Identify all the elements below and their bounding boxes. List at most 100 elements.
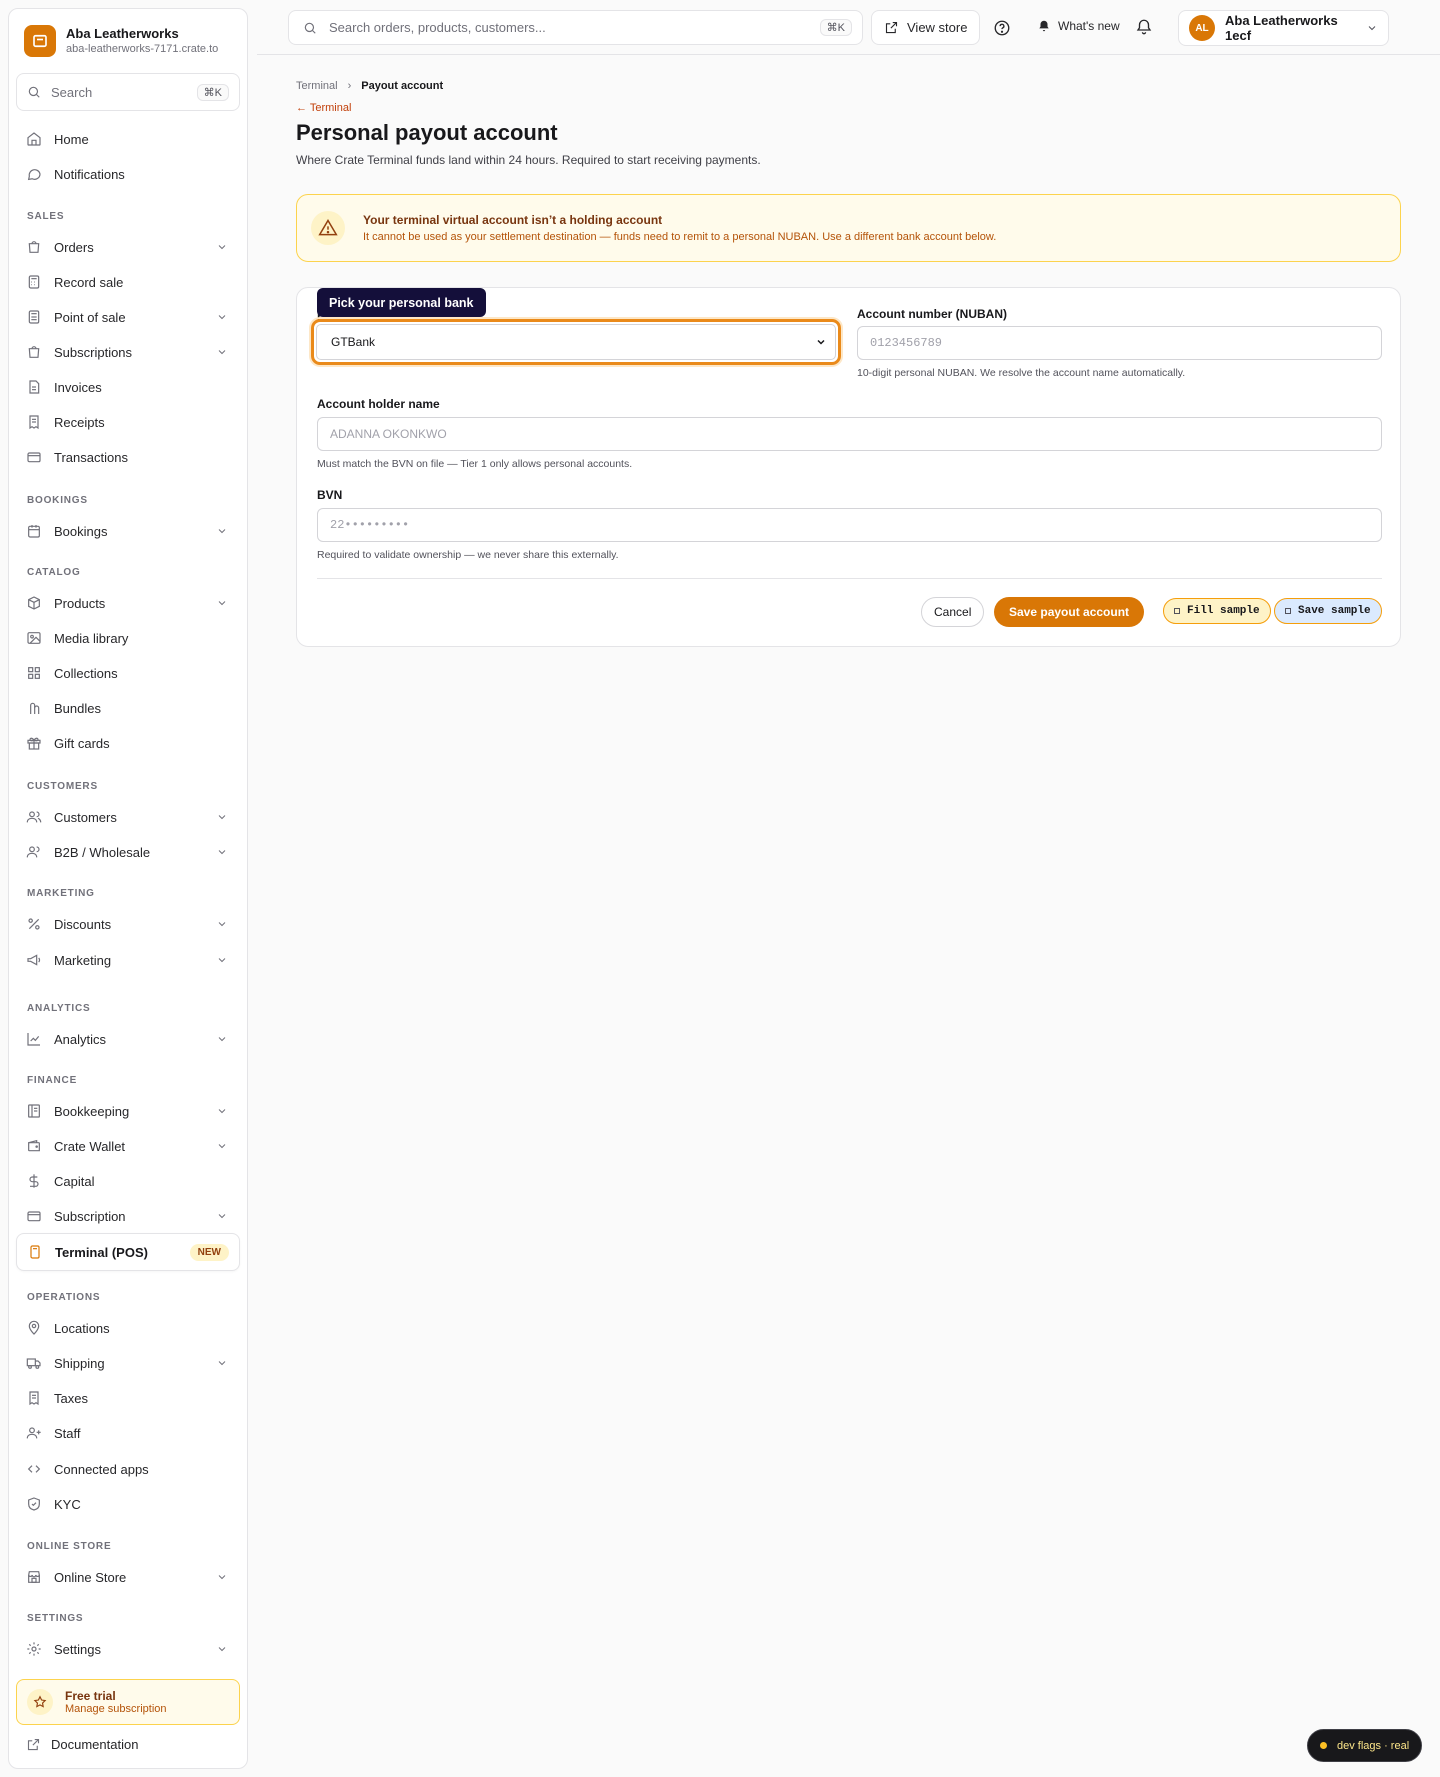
breadcrumb-current: Payout account: [361, 80, 444, 92]
manage-subscription-link[interactable]: Manage subscription: [65, 1703, 167, 1715]
chevron-down-icon: [817, 339, 825, 345]
sidebar-item-capital[interactable]: Capital: [16, 1165, 240, 1197]
sidebar-item-terminal-pos[interactable]: Terminal (POS) NEW: [16, 1233, 240, 1271]
bvn-help: Required to validate ownership — we neve…: [317, 549, 619, 561]
sidebar-item-staff[interactable]: Staff: [16, 1417, 240, 1449]
help-circle-icon: [994, 20, 1010, 36]
documentation-link[interactable]: Documentation: [26, 1737, 138, 1752]
gift-icon: [26, 735, 42, 751]
sidebar-item-settings[interactable]: Settings: [16, 1633, 240, 1665]
section-label-sales: SALES: [27, 211, 65, 222]
new-badge: NEW: [189, 1243, 229, 1261]
section-label-customers: CUSTOMERS: [27, 781, 98, 792]
receipt-icon: [26, 1390, 42, 1406]
sidebar-item-analytics[interactable]: Analytics: [16, 1023, 240, 1055]
avatar: AL: [1189, 15, 1215, 41]
percent-icon: [26, 916, 42, 932]
account-holder-input[interactable]: ADANNA OKONKWO: [317, 417, 1382, 451]
help-button[interactable]: [991, 17, 1013, 39]
users-icon: [26, 809, 42, 825]
sidebar-item-receipts[interactable]: Receipts: [16, 406, 240, 438]
sidebar-item-bookkeeping[interactable]: Bookkeeping: [16, 1095, 240, 1127]
account-number-input[interactable]: 0123456789: [857, 326, 1382, 360]
account-switcher[interactable]: AL Aba Leatherworks 1ecf: [1178, 10, 1389, 46]
sidebar-item-shipping[interactable]: Shipping: [16, 1347, 240, 1379]
square-icon: [1174, 608, 1180, 614]
global-search-shortcut: ⌘K: [819, 19, 852, 36]
sidebar-item-b2b-wholesale[interactable]: B2B / Wholesale: [16, 836, 240, 868]
chevron-down-icon: [218, 958, 226, 963]
sidebar-item-discounts[interactable]: Discounts: [16, 908, 240, 940]
sidebar-item-subscriptions[interactable]: Subscriptions: [16, 336, 240, 368]
account-holder-help: Must match the BVN on file — Tier 1 only…: [317, 458, 633, 470]
sidebar-item-products[interactable]: Products: [16, 587, 240, 619]
store-url: aba-leatherworks-7171.crate.to: [66, 43, 219, 55]
document-icon: [26, 379, 42, 395]
whats-new-button[interactable]: What's new: [1037, 19, 1120, 33]
sidebar-search-placeholder: Search: [51, 84, 93, 100]
dev-flags-pill[interactable]: dev flags · real: [1307, 1729, 1423, 1762]
topbar: Search orders, products, customers... ⌘K…: [257, 0, 1440, 55]
sidebar-item-connected-apps[interactable]: Connected apps: [16, 1453, 240, 1485]
image-icon: [26, 630, 42, 646]
sidebar-item-collections[interactable]: Collections: [16, 657, 240, 689]
section-label-bookings: BOOKINGS: [27, 495, 88, 506]
breadcrumb: Terminal › Payout account: [296, 80, 443, 92]
sidebar-search-shortcut: ⌘K: [196, 83, 229, 101]
breadcrumb-parent[interactable]: Terminal: [296, 80, 338, 92]
sidebar-item-subscription[interactable]: Subscription: [16, 1200, 240, 1232]
account-holder-label: Account holder name: [317, 397, 440, 411]
sidebar-item-record-sale[interactable]: Record sale: [16, 266, 240, 298]
square-icon: [1285, 608, 1291, 614]
chevron-down-icon: [218, 1575, 226, 1580]
sidebar-item-transactions[interactable]: Transactions: [16, 441, 240, 473]
sidebar-item-kyc[interactable]: KYC: [16, 1488, 240, 1520]
free-trial-card[interactable]: Free trial Manage subscription: [16, 1679, 240, 1725]
sidebar-item-customers[interactable]: Customers: [16, 801, 240, 833]
save-sample-button[interactable]: Save sample: [1274, 598, 1382, 624]
sidebar-item-crate-wallet[interactable]: Crate Wallet: [16, 1130, 240, 1162]
status-dot-icon: [1320, 1742, 1327, 1749]
sidebar-item-gift-cards[interactable]: Gift cards: [16, 727, 240, 759]
warning-banner: Your terminal virtual account isn’t a ho…: [296, 194, 1401, 262]
sidebar-search[interactable]: Search ⌘K: [16, 73, 240, 111]
sidebar-item-point-of-sale[interactable]: Point of sale: [16, 301, 240, 333]
breadcrumb-separator-icon: ›: [347, 80, 352, 92]
pos-terminal-icon: [27, 1244, 43, 1260]
sidebar-item-notifications[interactable]: Notifications: [16, 158, 240, 190]
chevron-down-icon: [218, 601, 226, 606]
home-icon: [26, 131, 42, 147]
sidebar-item-online-store[interactable]: Online Store: [16, 1561, 240, 1593]
sidebar-item-media-library[interactable]: Media library: [16, 622, 240, 654]
sidebar-item-orders[interactable]: Orders: [16, 231, 240, 263]
line-chart-icon: [26, 1031, 42, 1047]
save-payout-account-button[interactable]: Save payout account: [994, 597, 1145, 627]
sidebar-item-locations[interactable]: Locations: [16, 1312, 240, 1344]
ledger-icon: [26, 1103, 42, 1119]
brand[interactable]: Aba Leatherworks aba-leatherworks-7171.c…: [24, 25, 226, 57]
page-title: Personal payout account: [296, 120, 558, 145]
back-link[interactable]: ← Terminal: [296, 102, 351, 114]
section-label-marketing: MARKETING: [27, 888, 95, 899]
sidebar-item-taxes[interactable]: Taxes: [16, 1382, 240, 1414]
bvn-input[interactable]: 22•••••••••: [317, 508, 1382, 542]
sidebar-item-invoices[interactable]: Invoices: [16, 371, 240, 403]
notifications-button[interactable]: [1133, 16, 1155, 38]
sidebar-item-bundles[interactable]: Bundles: [16, 692, 240, 724]
sidebar-item-marketing[interactable]: Marketing: [16, 944, 240, 976]
sidebar-item-home[interactable]: Home: [16, 123, 240, 155]
payout-form-card: Bank GTBank Pick your personal bank Acco…: [296, 287, 1401, 647]
sidebar-item-bookings[interactable]: Bookings: [16, 515, 240, 547]
bvn-label: BVN: [317, 488, 343, 502]
view-store-button[interactable]: View store: [871, 10, 981, 45]
fill-sample-button[interactable]: Fill sample: [1163, 598, 1271, 624]
cancel-button[interactable]: Cancel: [921, 597, 985, 627]
form-divider: [317, 578, 1382, 579]
user-plus-icon: [26, 1425, 42, 1441]
shopping-bag-icon: [26, 239, 42, 255]
global-search-input[interactable]: Search orders, products, customers... ⌘K: [288, 10, 863, 45]
bank-select[interactable]: GTBank: [316, 324, 836, 360]
storefront-icon: [26, 1569, 42, 1585]
credit-card-icon: [26, 449, 42, 465]
chevron-down-icon: [218, 1214, 226, 1219]
